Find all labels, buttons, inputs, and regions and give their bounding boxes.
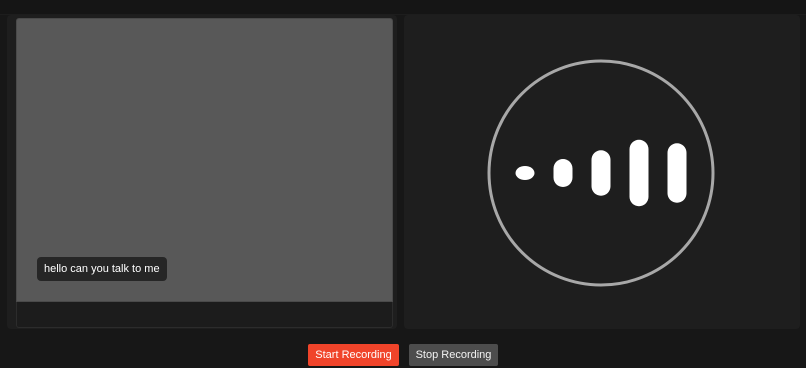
audio-level-bar: [515, 166, 535, 180]
video-panel: hello can you talk to me: [7, 15, 397, 329]
audio-level-bars-icon: [515, 139, 687, 207]
audio-panel: [404, 15, 800, 329]
audio-visualizer: [487, 59, 715, 287]
stop-recording-button[interactable]: Stop Recording: [409, 344, 498, 366]
transcript-caption: hello can you talk to me: [37, 257, 167, 281]
audio-level-bar: [591, 150, 611, 196]
audio-level-bar: [553, 159, 573, 187]
top-bar: [0, 0, 806, 15]
audio-level-bar: [629, 139, 649, 207]
video-footer: [16, 302, 393, 328]
start-recording-button[interactable]: Start Recording: [308, 344, 399, 366]
video-feed: hello can you talk to me: [16, 18, 393, 302]
audio-level-bar: [667, 143, 687, 203]
